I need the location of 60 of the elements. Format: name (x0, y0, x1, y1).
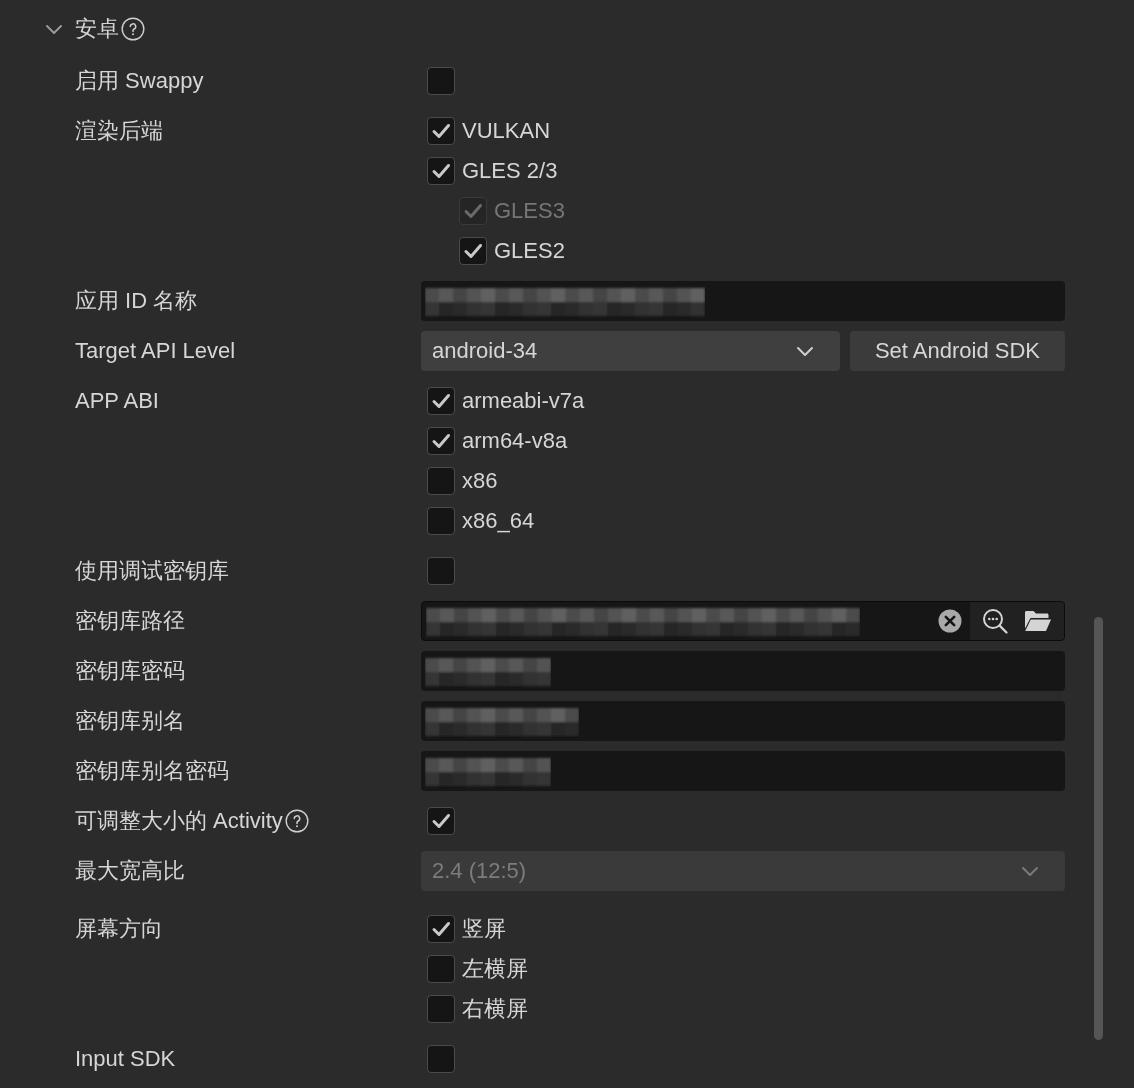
checkbox[interactable] (427, 915, 455, 943)
checkbox[interactable] (427, 955, 455, 983)
field-label: 可调整大小的 Activity (75, 807, 283, 835)
checkbox[interactable] (427, 467, 455, 495)
search-icon[interactable] (982, 608, 1008, 634)
checkbox[interactable] (427, 387, 455, 415)
scrollbar[interactable] (1094, 617, 1103, 1040)
checkbox[interactable] (427, 507, 455, 535)
checkmark-icon (431, 811, 451, 831)
option-label: GLES 2/3 (462, 158, 558, 184)
field-label: 应用 ID 名称 (75, 287, 198, 315)
checkbox[interactable] (427, 427, 455, 455)
field-label: Input SDK (75, 1046, 176, 1072)
input-field[interactable] (421, 281, 1065, 321)
help-icon[interactable] (121, 17, 145, 41)
field-label: 密钥库别名密码 (75, 757, 229, 785)
checkmark-icon (431, 161, 451, 181)
section-title: 安卓 (75, 15, 119, 43)
field-label: 启用 Swappy (75, 67, 204, 95)
field-label: 密钥库密码 (75, 657, 185, 685)
checkmark-icon (431, 391, 451, 411)
dropdown-select[interactable]: android-34 (421, 331, 840, 371)
checkmark-icon (463, 201, 483, 221)
checkbox[interactable] (427, 557, 455, 585)
field-label: 使用调试密钥库 (75, 557, 229, 585)
option-label: VULKAN (462, 118, 551, 144)
field-label: Target API Level (75, 338, 236, 364)
option-label: x86_64 (462, 508, 535, 534)
option-label: GLES2 (494, 238, 565, 264)
checkbox[interactable] (427, 117, 455, 145)
checkbox[interactable] (459, 237, 487, 265)
field-label: 渲染后端 (75, 117, 163, 145)
input-field[interactable] (421, 751, 1065, 791)
option-label: armeabi-v7a (462, 388, 585, 414)
option-label: 右横屏 (462, 995, 528, 1023)
field-label: 屏幕方向 (75, 915, 163, 943)
help-icon[interactable] (284, 809, 309, 833)
field-label: 密钥库路径 (75, 607, 185, 635)
checkbox[interactable] (427, 1045, 455, 1073)
field-label: 最大宽高比 (75, 857, 185, 885)
input-field[interactable] (421, 701, 1065, 741)
option-label: GLES3 (494, 198, 565, 224)
option-label: 竖屏 (462, 915, 506, 943)
checkmark-icon (431, 919, 451, 939)
checkbox[interactable] (427, 67, 455, 95)
path-field[interactable] (421, 601, 1065, 641)
input-field[interactable] (421, 651, 1065, 691)
checkbox[interactable] (427, 157, 455, 185)
option-label: 左横屏 (462, 955, 528, 983)
option-label: x86 (462, 468, 498, 494)
checkbox[interactable] (427, 995, 455, 1023)
checkmark-icon (463, 241, 483, 261)
field-label: APP ABI (75, 388, 159, 414)
checkbox[interactable] (427, 807, 455, 835)
option-label: arm64-v8a (462, 428, 568, 454)
clear-icon[interactable] (938, 609, 962, 633)
set-sdk-button[interactable]: Set Android SDK (850, 331, 1065, 371)
field-label: 密钥库别名 (75, 707, 185, 735)
checkmark-icon (431, 431, 451, 451)
checkmark-icon (431, 121, 451, 141)
